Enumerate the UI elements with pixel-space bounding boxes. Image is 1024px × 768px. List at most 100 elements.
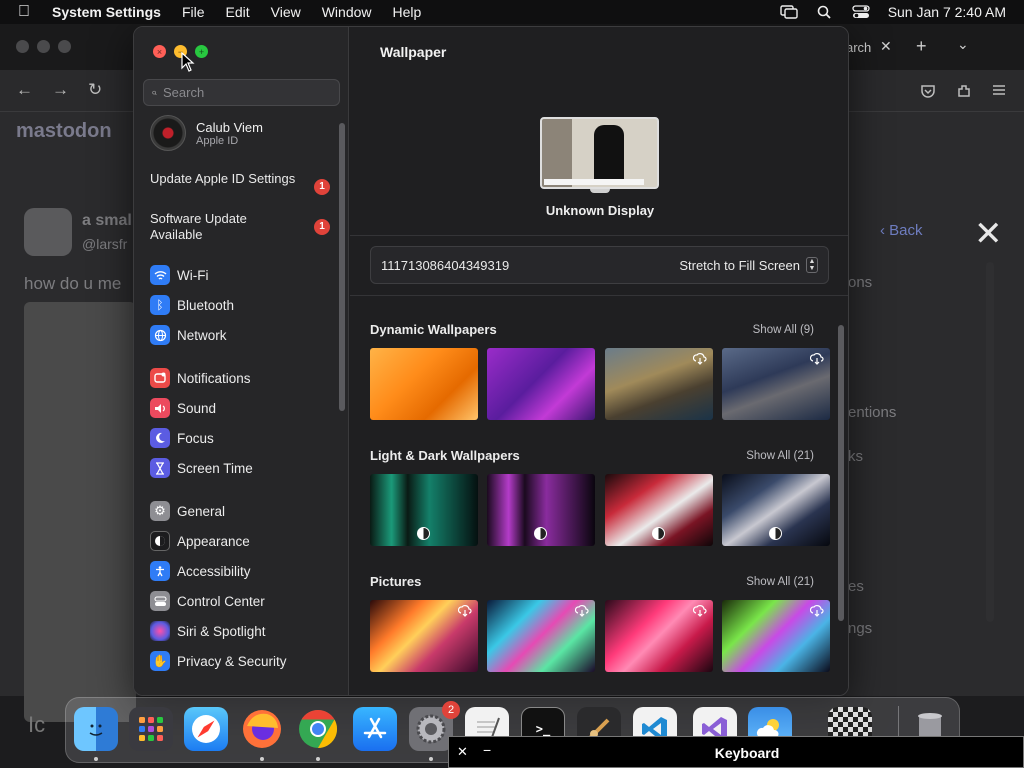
wallpaper-thumbnail[interactable]	[605, 348, 713, 420]
show-all-pictures-button[interactable]: Show All (21)	[746, 576, 814, 588]
wallpaper-thumbnail[interactable]	[605, 600, 713, 672]
safari-icon[interactable]	[184, 707, 228, 751]
wallpaper-thumbnail[interactable]	[605, 474, 713, 546]
show-all-light-dark-button[interactable]: Show All (21)	[746, 450, 814, 462]
menu-window[interactable]: Window	[322, 4, 372, 20]
settings-search-box[interactable]	[143, 79, 340, 106]
sidebar-item-sound[interactable]: Sound	[134, 393, 334, 423]
current-wallpaper-name: 111713086404349319	[381, 257, 510, 273]
menu-edit[interactable]: Edit	[226, 4, 250, 20]
finder-icon[interactable]	[74, 707, 118, 751]
siri-icon	[150, 621, 170, 641]
launchpad-icon[interactable]	[129, 707, 173, 751]
wallpaper-thumbnail[interactable]	[722, 600, 830, 672]
browser-zoom-dot[interactable]	[58, 40, 71, 53]
settings-sidebar: × − + Calub Viem Apple ID Update Apple I…	[134, 27, 349, 695]
sidebar-item-bluetooth[interactable]: ᛒ Bluetooth	[134, 290, 334, 320]
forward-arrow-icon[interactable]: →	[52, 80, 69, 100]
hamburger-menu-icon[interactable]	[992, 84, 1006, 96]
close-window-button[interactable]: ×	[153, 45, 166, 58]
sidebar-item-network[interactable]: Network	[134, 320, 334, 350]
post-handle[interactable]: @larsfr	[82, 236, 127, 252]
page-scrollbar[interactable]	[986, 262, 994, 622]
wallpaper-thumbnail[interactable]	[370, 600, 478, 672]
sidebar-scrollbar[interactable]	[339, 123, 345, 411]
sidebar-item-label: Network	[177, 327, 227, 343]
sidebar-item-notifications[interactable]: Notifications	[134, 363, 334, 393]
wallpaper-thumbnail[interactable]	[370, 474, 478, 546]
browser-close-dot[interactable]	[16, 40, 29, 53]
chrome-icon[interactable]	[296, 707, 340, 751]
sidebar-fragment: ngs	[848, 620, 873, 637]
tab-list-chevron-icon[interactable]: ⌄	[957, 36, 969, 53]
app-store-icon[interactable]	[353, 707, 397, 751]
menu-view[interactable]: View	[271, 4, 301, 20]
section-title-dynamic: Dynamic Wallpapers	[370, 322, 497, 337]
back-button[interactable]: ‹ Back	[880, 222, 923, 239]
apple-id-account[interactable]: Calub Viem Apple ID	[150, 115, 263, 151]
wallpaper-thumbnail[interactable]	[722, 348, 830, 420]
focus-icon	[150, 428, 170, 448]
user-avatar	[150, 115, 186, 151]
control-center-icon	[150, 591, 170, 611]
reload-icon[interactable]: ↻	[88, 80, 102, 100]
sidebar-fragment: es	[848, 578, 864, 595]
menu-file[interactable]: File	[182, 4, 205, 20]
zoom-window-button[interactable]: +	[195, 45, 208, 58]
tab-close-icon[interactable]: ✕	[880, 38, 892, 55]
divider	[350, 235, 848, 236]
section-title-pictures: Pictures	[370, 574, 422, 589]
sound-icon	[150, 398, 170, 418]
download-cloud-icon	[810, 353, 824, 365]
pocket-icon[interactable]	[920, 83, 936, 99]
sidebar-item-privacy-security[interactable]: ✋ Privacy & Security	[134, 646, 334, 676]
post-author[interactable]: a smal	[82, 212, 132, 230]
apple-menu-icon[interactable]: 	[18, 3, 36, 21]
wallpaper-thumbnail[interactable]	[487, 348, 595, 420]
sidebar-item-appearance[interactable]: Appearance	[134, 526, 334, 556]
sidebar-item-screen-time[interactable]: Screen Time	[134, 453, 334, 483]
screen-mirroring-icon[interactable]	[779, 5, 798, 19]
bluetooth-icon: ᛒ	[150, 295, 170, 315]
sidebar-item-label: Privacy & Security	[177, 653, 287, 669]
wallpaper-thumbnail[interactable]	[487, 474, 595, 546]
sidebar-item-siri-spotlight[interactable]: Siri & Spotlight	[134, 616, 334, 646]
download-cloud-icon	[458, 605, 472, 617]
back-arrow-icon[interactable]: ←	[16, 80, 33, 100]
wallpaper-preview	[540, 117, 659, 189]
wallpaper-thumbnail[interactable]	[487, 600, 595, 672]
firefox-icon[interactable]	[240, 707, 284, 751]
new-tab-icon[interactable]: +	[916, 36, 927, 57]
sidebar-item-general[interactable]: ⚙ General	[134, 496, 334, 526]
show-all-dynamic-button[interactable]: Show All (9)	[753, 324, 814, 336]
menu-app-name[interactable]: System Settings	[52, 4, 161, 20]
settings-search-input[interactable]	[163, 85, 339, 100]
wallpaper-thumbnail[interactable]	[370, 348, 478, 420]
menu-clock[interactable]: Sun Jan 7 2:40 AM	[888, 4, 1006, 20]
software-update-alert[interactable]: Software Update Available 1	[150, 211, 330, 243]
sidebar-item-control-center[interactable]: Control Center	[134, 586, 334, 616]
wallpaper-thumbnail[interactable]	[722, 474, 830, 546]
notifications-icon	[150, 368, 170, 388]
post-author-avatar[interactable]	[24, 208, 72, 256]
extensions-icon[interactable]	[956, 83, 972, 99]
menu-help[interactable]: Help	[393, 4, 422, 20]
post-image[interactable]	[24, 302, 136, 722]
download-cloud-icon	[810, 605, 824, 617]
control-center-icon[interactable]	[852, 5, 870, 19]
wallpaper-fit-selector[interactable]: 111713086404349319 Stretch to Fill Scree…	[370, 246, 829, 284]
display-name: Unknown Display	[545, 203, 655, 218]
spotlight-search-icon[interactable]	[816, 5, 834, 19]
sidebar-item-wifi[interactable]: Wi-Fi	[134, 260, 334, 290]
sidebar-item-accessibility[interactable]: Accessibility	[134, 556, 334, 586]
section-title-light-dark: Light & Dark Wallpapers	[370, 448, 520, 463]
mastodon-logo: mastodon	[16, 120, 112, 142]
sidebar-item-label: Accessibility	[177, 563, 251, 579]
sidebar-item-focus[interactable]: Focus	[134, 423, 334, 453]
browser-minimize-dot[interactable]	[37, 40, 50, 53]
browser-tab-title[interactable]: arch	[846, 40, 871, 55]
search-icon	[152, 90, 157, 95]
update-apple-id-alert[interactable]: Update Apple ID Settings 1	[150, 171, 330, 195]
close-overlay-icon[interactable]: ✕	[974, 214, 1003, 254]
gallery-scrollbar[interactable]	[838, 325, 844, 621]
